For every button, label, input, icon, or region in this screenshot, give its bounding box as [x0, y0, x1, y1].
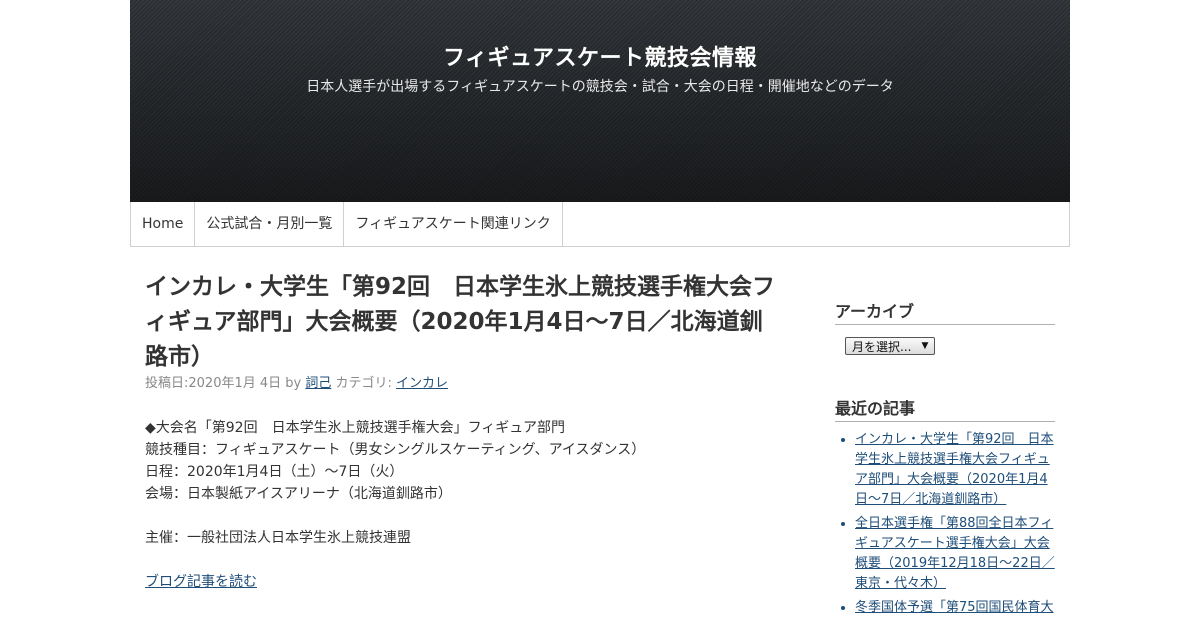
archive-select-value: 月を選択... — [852, 339, 912, 354]
page-wrapper: フィギュアスケート競技会情報 日本人選手が出場するフィギュアスケートの競技会・試… — [130, 0, 1070, 630]
post-date: 投稿日:2020年1月 4日 by — [145, 376, 306, 391]
site-title[interactable]: フィギュアスケート競技会情報 — [130, 40, 1070, 72]
recent-posts-widget: 最近の記事 インカレ・大学生「第92回 日本学生氷上競技選手権大会フィギュア部門… — [835, 395, 1055, 618]
post-body: ◆大会名「第92回 日本学生氷上競技選手権大会」フィギュア部門 競技種目：フィギ… — [145, 417, 785, 593]
recent-posts-title: 最近の記事 — [835, 395, 1055, 422]
list-item: インカレ・大学生「第92回 日本学生氷上競技選手権大会フィギュア部門」大会概要（… — [855, 430, 1055, 510]
recent-posts-list: インカレ・大学生「第92回 日本学生氷上競技選手権大会フィギュア部門」大会概要（… — [835, 430, 1055, 618]
post-body-line: ◆大会名「第92回 日本学生氷上競技選手権大会」フィギュア部門 — [145, 420, 566, 436]
nav-item-home[interactable]: Home — [131, 202, 196, 246]
recent-post-link[interactable]: 冬季国体予選「第75回国民体育大 — [855, 600, 1054, 615]
post-organizer: 主催：一般社団法人日本学生氷上競技連盟 — [145, 530, 411, 546]
post-body-line: 日程：2020年1月4日（土）～7日（火） — [145, 464, 404, 480]
post-body-line: 会場：日本製紙アイスアリーナ（北海道釧路市） — [145, 486, 452, 502]
list-item: 全日本選手権「第88回全日本フィギュアスケート選手権大会」大会概要（2019年1… — [855, 514, 1055, 594]
sidebar: アーカイブ 月を選択... ▼ 最近の記事 インカレ・大学生「第92回 日本学生… — [835, 298, 1055, 622]
site-description: 日本人選手が出場するフィギュアスケートの競技会・試合・大会の日程・開催地などのデ… — [306, 79, 894, 95]
post-category-label: カテゴリ: — [331, 376, 397, 391]
post-category-link[interactable]: インカレ — [396, 376, 448, 391]
recent-post-link[interactable]: インカレ・大学生「第92回 日本学生氷上競技選手権大会フィギュア部門」大会概要（… — [855, 432, 1054, 507]
archive-widget: アーカイブ 月を選択... ▼ — [835, 298, 1055, 355]
main-nav: Home 公式試合・月別一覧 フィギュアスケート関連リンク — [130, 202, 1070, 247]
archive-month-select[interactable]: 月を選択... ▼ — [845, 337, 936, 355]
post-title[interactable]: インカレ・大学生「第92回 日本学生氷上競技選手権大会フィギュア部門」大会概要（… — [145, 270, 785, 375]
recent-post-link[interactable]: 全日本選手権「第88回全日本フィギュアスケート選手権大会」大会概要（2019年1… — [855, 516, 1055, 591]
post-body-line: 競技種目：フィギュアスケート（男女シングルスケーティング、アイスダンス） — [145, 442, 646, 458]
post-author-link[interactable]: 詞己 — [305, 376, 331, 391]
main-content: インカレ・大学生「第92回 日本学生氷上競技選手権大会フィギュア部門」大会概要（… — [145, 270, 785, 593]
nav-item-links[interactable]: フィギュアスケート関連リンク — [344, 202, 563, 246]
chevron-down-icon: ▼ — [921, 341, 929, 351]
site-header: フィギュアスケート競技会情報 日本人選手が出場するフィギュアスケートの競技会・試… — [130, 0, 1070, 202]
list-item: 冬季国体予選「第75回国民体育大 — [855, 598, 1055, 618]
read-more-link[interactable]: ブログ記事を読む — [145, 574, 257, 590]
nav-item-monthly-list[interactable]: 公式試合・月別一覧 — [195, 202, 345, 246]
archive-title: アーカイブ — [835, 298, 1055, 325]
post-meta: 投稿日:2020年1月 4日 by 詞己 カテゴリ: インカレ — [145, 375, 785, 393]
